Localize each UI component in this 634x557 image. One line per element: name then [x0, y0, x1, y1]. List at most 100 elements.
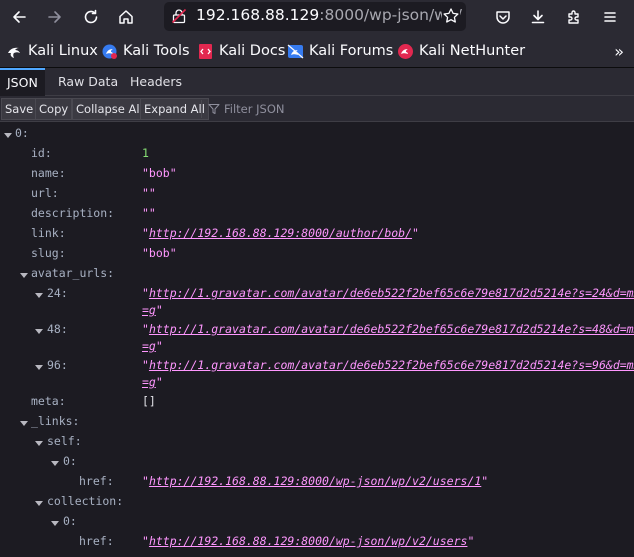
- json-link[interactable]: =g: [142, 303, 156, 317]
- json-action-bar: Save Copy Collapse All Expand All Filter…: [0, 96, 634, 122]
- home-icon: [119, 10, 133, 24]
- reload-button[interactable]: [78, 4, 104, 30]
- kali-nethunter-icon: [398, 43, 413, 59]
- json-key: href:: [79, 534, 114, 548]
- copy-button[interactable]: Copy: [35, 98, 73, 120]
- extensions-button[interactable]: [561, 4, 587, 30]
- pocket-button[interactable]: [490, 4, 516, 30]
- bookmark-kali-forums[interactable]: Kali Forums: [287, 41, 393, 61]
- expand-triangle-icon[interactable]: [50, 457, 60, 467]
- action-separator: [201, 100, 202, 118]
- tree-row-self-href[interactable]: href: "http://192.168.88.129:8000/wp-jso…: [0, 474, 634, 494]
- tree-row-description[interactable]: description: "": [0, 206, 634, 226]
- tree-row-url[interactable]: url: "": [0, 186, 634, 206]
- tree-row-slug[interactable]: slug: "bob": [0, 246, 634, 266]
- bookmarks-overflow-chevron-icon[interactable]: »: [614, 42, 624, 61]
- expand-all-button[interactable]: Expand All: [140, 98, 209, 120]
- expand-triangle-icon[interactable]: [34, 437, 44, 447]
- json-link[interactable]: http://1.gravatar.com/avatar/de6eb522f2b…: [149, 322, 634, 336]
- json-link[interactable]: http://192.168.88.129:8000/wp-json/wp/v2…: [149, 534, 468, 548]
- json-link[interactable]: http://1.gravatar.com/avatar/de6eb522f2b…: [149, 358, 634, 372]
- pocket-icon: [496, 11, 510, 24]
- json-key: href:: [79, 474, 114, 488]
- json-value: []: [142, 394, 156, 408]
- url-bar[interactable]: 192.168.88.129:8000/wp-json/wp/: [164, 2, 466, 31]
- json-key: _links:: [31, 414, 80, 428]
- json-key: description:: [31, 206, 115, 220]
- reload-icon: [84, 9, 98, 24]
- bookmark-kali-nethunter[interactable]: Kali NetHunter: [397, 41, 525, 61]
- json-value-wrap: =g": [142, 339, 163, 353]
- json-value: 1: [142, 146, 149, 160]
- expand-triangle-icon[interactable]: [34, 289, 44, 299]
- url-text: 192.168.88.129:8000/wp-json/wp/: [196, 6, 462, 24]
- json-link[interactable]: http://1.gravatar.com/avatar/de6eb522f2b…: [149, 286, 634, 300]
- expand-triangle-icon[interactable]: [34, 325, 44, 335]
- json-key: id:: [31, 146, 52, 160]
- tree-row-avatar-urls[interactable]: avatar_urls:: [0, 266, 634, 286]
- json-key: url:: [31, 186, 59, 200]
- insecure-lock-icon: [171, 8, 187, 24]
- expand-triangle-icon[interactable]: [34, 497, 44, 507]
- json-viewer-tabs: JSON Raw Data Headers: [0, 67, 634, 96]
- json-tree: 0: id: 1 name: "bob" url: "" description…: [0, 122, 634, 557]
- tree-row-links[interactable]: _links:: [0, 414, 634, 434]
- downloads-button[interactable]: [525, 4, 551, 30]
- tree-row-avatar-48[interactable]: 48: "http://1.gravatar.com/avatar/de6eb5…: [0, 322, 634, 360]
- expand-triangle-icon[interactable]: [19, 417, 29, 427]
- bookmark-label: Kali Tools: [123, 43, 190, 59]
- expand-triangle-icon[interactable]: [50, 517, 60, 527]
- json-link[interactable]: =g: [142, 375, 156, 389]
- kali-docs-icon: [199, 43, 212, 59]
- json-value: "http://1.gravatar.com/avatar/de6eb522f2…: [142, 358, 634, 372]
- json-value: "bob": [142, 166, 177, 180]
- bookmark-label: Kali Docs: [219, 43, 286, 59]
- bookmark-kali-tools[interactable]: Kali Tools: [101, 41, 190, 61]
- tree-row-collection[interactable]: collection:: [0, 494, 634, 514]
- bookmark-star-icon[interactable]: [442, 7, 460, 25]
- filter-json-input[interactable]: Filter JSON: [208, 100, 284, 118]
- tree-row-collection-0[interactable]: 0:: [0, 514, 634, 534]
- save-button[interactable]: Save: [1, 98, 38, 120]
- json-value-wrap: =g": [142, 303, 163, 317]
- back-button[interactable]: [6, 4, 32, 30]
- tab-headers[interactable]: Headers: [123, 68, 189, 96]
- expand-triangle-icon[interactable]: [19, 269, 29, 279]
- json-key: 0:: [15, 126, 29, 140]
- json-value: "http://192.168.88.129:8000/author/bob/": [142, 226, 419, 240]
- bookmark-kali-linux[interactable]: Kali Linux: [6, 41, 98, 61]
- tree-row-collection-href[interactable]: href: "http://192.168.88.129:8000/wp-jso…: [0, 534, 634, 554]
- bookmark-kali-docs[interactable]: Kali Docs: [197, 41, 285, 61]
- collapse-all-button[interactable]: Collapse All: [72, 98, 147, 120]
- forward-button[interactable]: [42, 4, 68, 30]
- json-link[interactable]: http://192.168.88.129:8000/author/bob/: [149, 226, 412, 240]
- bookmark-label: Kali Forums: [309, 43, 394, 59]
- json-key: link:: [31, 226, 66, 240]
- home-button[interactable]: [113, 4, 139, 30]
- menu-button[interactable]: [597, 4, 623, 30]
- tab-raw-data[interactable]: Raw Data: [51, 68, 125, 96]
- tree-row-avatar-24[interactable]: 24: "http://1.gravatar.com/avatar/de6eb5…: [0, 286, 634, 324]
- json-key: slug:: [31, 246, 66, 260]
- json-key: 0:: [63, 514, 77, 528]
- bookmarks-toolbar: Kali Linux Kali Tools Kali Docs Kali For…: [0, 34, 634, 67]
- tree-row-self[interactable]: self:: [0, 434, 634, 454]
- tree-row-meta[interactable]: meta: []: [0, 394, 634, 414]
- expand-triangle-icon[interactable]: [3, 129, 13, 139]
- tree-row-id[interactable]: id: 1: [0, 146, 634, 166]
- json-key: collection:: [47, 494, 124, 508]
- json-link[interactable]: =g: [142, 339, 156, 353]
- tree-row-root[interactable]: 0:: [0, 126, 634, 146]
- url-host: 192.168.88.129: [196, 6, 320, 24]
- tab-json[interactable]: JSON: [0, 68, 45, 96]
- tree-row-link[interactable]: link: "http://192.168.88.129:8000/author…: [0, 226, 634, 246]
- expand-triangle-icon[interactable]: [34, 361, 44, 371]
- tree-row-self-0[interactable]: 0:: [0, 454, 634, 474]
- tree-row-name[interactable]: name: "bob": [0, 166, 634, 186]
- kali-forums-icon: [287, 44, 304, 58]
- tree-row-avatar-96[interactable]: 96: "http://1.gravatar.com/avatar/de6eb5…: [0, 358, 634, 396]
- json-key: self:: [47, 434, 82, 448]
- json-key: name:: [31, 166, 66, 180]
- json-key: 96:: [47, 358, 68, 372]
- json-link[interactable]: http://192.168.88.129:8000/wp-json/wp/v2…: [149, 474, 481, 488]
